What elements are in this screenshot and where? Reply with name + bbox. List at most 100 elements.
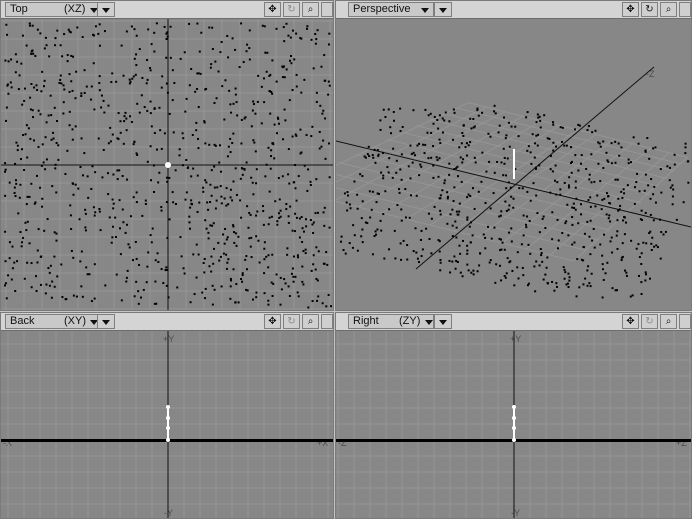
point: [211, 47, 214, 50]
view-options-button[interactable]: [434, 2, 452, 17]
viewport-back-canvas[interactable]: +Y -X +X -Y: [1, 331, 333, 518]
point: [14, 162, 17, 165]
point: [424, 108, 427, 111]
point: [448, 173, 451, 176]
point: [235, 244, 238, 247]
point: [655, 244, 658, 247]
point: [466, 252, 469, 255]
point: [90, 98, 93, 101]
view-type-select[interactable]: Right (ZY): [348, 314, 434, 329]
zoom-icon[interactable]: ⌕: [302, 2, 319, 17]
point: [100, 106, 103, 109]
point: [577, 169, 580, 172]
zoom-icon[interactable]: ⌕: [302, 314, 319, 329]
point: [219, 255, 222, 258]
point: [416, 144, 419, 147]
point: [135, 34, 138, 37]
point: [565, 144, 568, 147]
viewport-right-canvas[interactable]: +Y -Z +Z -Y: [336, 331, 691, 518]
viewport-perspective[interactable]: Perspective ✥ ↻ ⌕ -Z: [335, 0, 692, 311]
point: [296, 254, 299, 257]
point: [26, 220, 29, 223]
point: [522, 234, 525, 237]
view-options-button[interactable]: [97, 314, 115, 329]
rotate-icon[interactable]: ↻: [283, 314, 300, 329]
point: [404, 216, 407, 219]
point: [417, 261, 420, 264]
rotate-icon[interactable]: ↻: [641, 2, 658, 17]
point: [320, 65, 323, 68]
point: [241, 173, 244, 176]
point: [201, 291, 204, 294]
view-options-button[interactable]: [434, 314, 452, 329]
point: [535, 134, 538, 137]
view-type-select[interactable]: Top (XZ): [5, 2, 111, 17]
zoom-icon[interactable]: ⌕: [660, 314, 677, 329]
point: [439, 269, 442, 272]
point: [533, 156, 536, 159]
point: [295, 216, 298, 219]
point: [621, 255, 624, 258]
point: [185, 97, 188, 100]
maximize-button[interactable]: [321, 314, 333, 329]
view-options-button[interactable]: [97, 2, 115, 17]
zoom-icon[interactable]: ⌕: [660, 2, 677, 17]
point: [541, 217, 544, 220]
point: [190, 68, 193, 71]
move-icon[interactable]: ✥: [264, 314, 281, 329]
grid-line: [477, 138, 615, 238]
point: [520, 243, 523, 246]
point: [178, 154, 181, 157]
point: [351, 246, 354, 249]
point: [197, 106, 200, 109]
point: [494, 281, 497, 284]
move-icon[interactable]: ✥: [264, 2, 281, 17]
point: [536, 144, 539, 147]
view-type-select[interactable]: Back (XY): [5, 314, 111, 329]
point: [469, 241, 472, 244]
point: [653, 245, 656, 248]
maximize-button[interactable]: [679, 314, 691, 329]
point: [120, 44, 123, 47]
move-icon[interactable]: ✥: [622, 2, 639, 17]
point: [134, 240, 137, 243]
rotate-icon[interactable]: ↻: [641, 314, 658, 329]
point: [382, 177, 385, 180]
maximize-button[interactable]: [679, 2, 691, 17]
point: [227, 56, 230, 59]
viewport-perspective-canvas[interactable]: -Z: [336, 19, 691, 310]
point: [420, 165, 423, 168]
point: [296, 291, 299, 294]
point: [21, 103, 24, 106]
viewport-right[interactable]: Right (ZY) ✥ ↻ ⌕ +Y -Z +Z -Y: [335, 312, 692, 519]
point: [132, 196, 135, 199]
point: [567, 272, 570, 275]
point: [516, 266, 519, 269]
point: [415, 194, 418, 197]
maximize-button[interactable]: [321, 2, 333, 17]
point: [196, 87, 199, 90]
point: [125, 30, 128, 33]
move-icon[interactable]: ✥: [622, 314, 639, 329]
point: [29, 137, 32, 140]
point: [640, 262, 643, 265]
point: [250, 176, 253, 179]
rotate-icon[interactable]: ↻: [283, 2, 300, 17]
axis-label-top: +Y: [510, 334, 521, 344]
point: [115, 273, 118, 276]
view-type-label: Back: [10, 315, 35, 327]
point: [406, 258, 409, 261]
point: [438, 138, 441, 141]
point: [535, 194, 538, 197]
point: [110, 241, 113, 244]
point: [646, 137, 649, 140]
point: [675, 218, 678, 221]
viewport-top-canvas[interactable]: [1, 19, 333, 310]
point: [453, 255, 456, 258]
viewport-back[interactable]: Back (XY) ✥ ↻ ⌕ +Y -X +X -Y: [0, 312, 334, 519]
point: [545, 266, 548, 269]
point: [69, 31, 72, 34]
point: [367, 145, 370, 148]
view-type-select[interactable]: Perspective: [348, 2, 434, 17]
viewport-top[interactable]: Top (XZ) ✥ ↻ ⌕: [0, 0, 334, 311]
